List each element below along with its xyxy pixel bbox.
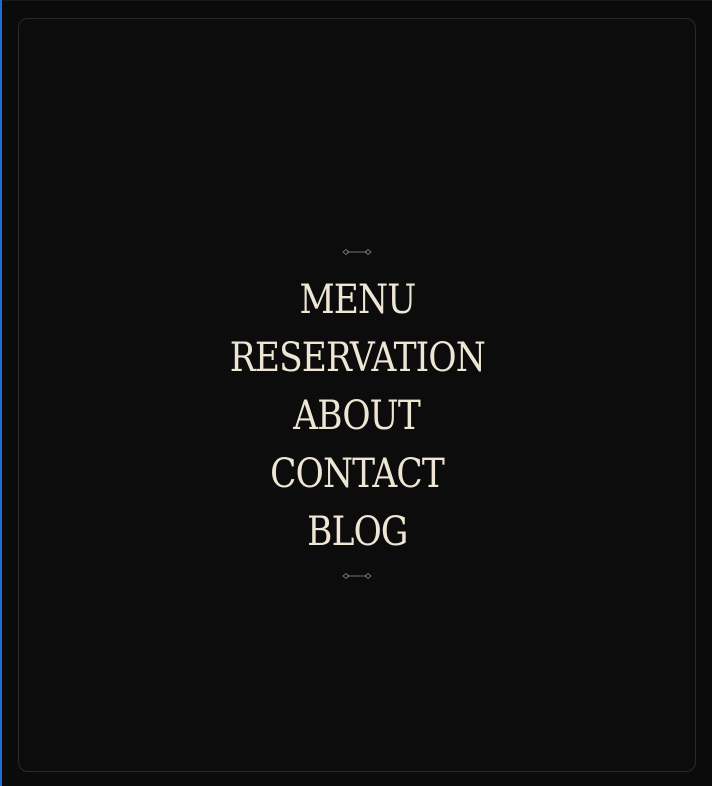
focus-accent-bar xyxy=(0,0,2,786)
main-navigation: MENU RESERVATION ABOUT CONTACT BLOG xyxy=(19,245,695,583)
top-divider xyxy=(0,0,712,1)
nav-item-menu: MENU xyxy=(19,271,695,329)
nav-link-reservation[interactable]: RESERVATION xyxy=(229,329,485,387)
nav-item-blog: BLOG xyxy=(19,503,695,561)
divider-ornament-icon xyxy=(342,572,372,580)
divider-ornament-icon xyxy=(342,248,372,256)
nav-list: MENU RESERVATION ABOUT CONTACT BLOG xyxy=(19,271,695,561)
nav-link-about[interactable]: ABOUT xyxy=(294,387,421,445)
nav-link-blog[interactable]: BLOG xyxy=(307,503,408,561)
nav-link-menu[interactable]: MENU xyxy=(299,271,416,329)
nav-item-about: ABOUT xyxy=(19,387,695,445)
nav-item-contact: CONTACT xyxy=(19,445,695,503)
page-frame: MENU RESERVATION ABOUT CONTACT BLOG xyxy=(0,0,712,786)
nav-link-contact[interactable]: CONTACT xyxy=(270,445,445,503)
navigation-panel: MENU RESERVATION ABOUT CONTACT BLOG xyxy=(18,18,696,772)
nav-item-reservation: RESERVATION xyxy=(19,329,695,387)
